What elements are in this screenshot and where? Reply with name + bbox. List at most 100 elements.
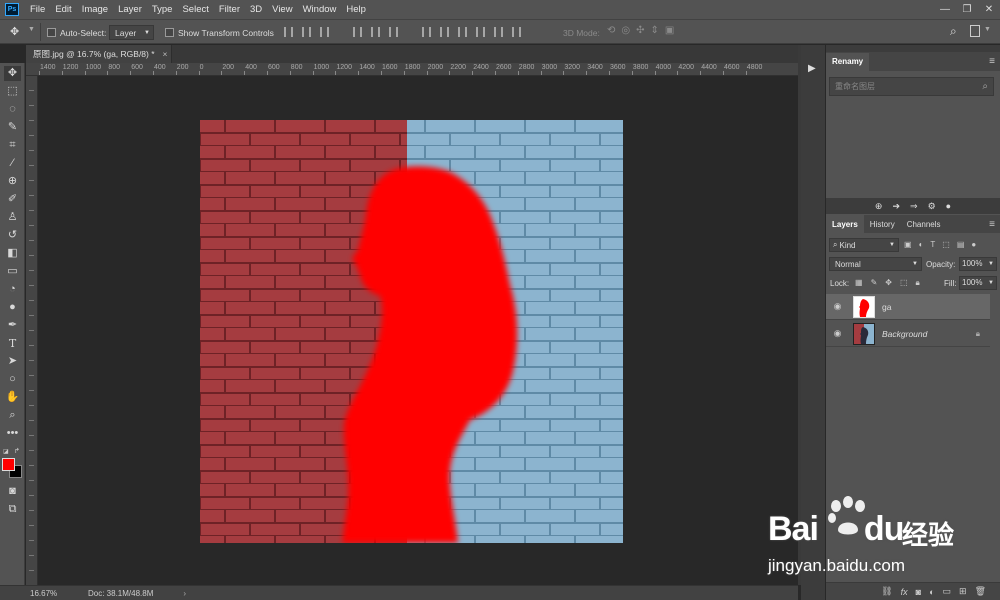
menu-edit[interactable]: Edit <box>50 4 76 15</box>
restore-icon[interactable]: ❐ <box>956 4 978 15</box>
screen-mode-icon[interactable]: ⧉ <box>4 502 21 517</box>
align-bottom-icon[interactable] <box>320 27 329 37</box>
lock-pixels-icon[interactable]: ✎ <box>871 278 878 288</box>
hand-tool-icon[interactable]: ✋ <box>4 390 21 405</box>
shape-tool-icon[interactable]: ○ <box>4 372 21 387</box>
default-colors-icon[interactable]: ◪ <box>3 448 9 455</box>
layers-panel-menu-icon[interactable]: ≡ <box>989 219 995 230</box>
lock-transparent-icon[interactable]: ▦ <box>855 278 863 288</box>
align-vcenter-icon[interactable] <box>302 27 311 37</box>
tab-renamy[interactable]: Renamy <box>826 52 870 71</box>
forward-icon[interactable]: ➔ <box>892 201 900 212</box>
zoom-level[interactable]: 16.67% <box>30 589 70 598</box>
align-hcenter-icon[interactable] <box>371 27 380 37</box>
search-icon[interactable]: ⌕ <box>982 81 988 92</box>
filter-smart-icon[interactable]: ▤ <box>957 240 965 249</box>
dodge-tool-icon[interactable]: ● <box>4 300 21 315</box>
folder-icon[interactable]: ▭ <box>943 586 952 597</box>
menu-view[interactable]: View <box>267 4 297 15</box>
status-menu-arrow[interactable]: › <box>183 589 186 598</box>
eyedropper-tool-icon[interactable]: ⁄ <box>4 156 21 171</box>
menu-filter[interactable]: Filter <box>214 4 245 15</box>
document-tab[interactable]: 原图.jpg @ 16.7% (ga, RGB/8) * × <box>26 45 172 63</box>
fx-icon[interactable]: fx <box>901 587 908 597</box>
gradient-tool-icon[interactable]: ▭ <box>4 264 21 279</box>
filter-type-icon[interactable]: T <box>930 240 935 249</box>
rename-icon[interactable]: ⊕ <box>875 201 883 212</box>
menu-type[interactable]: Type <box>147 4 178 15</box>
search-icon[interactable]: ⌕ <box>950 24 957 39</box>
crop-tool-icon[interactable]: ⌗ <box>4 138 21 153</box>
fill-field[interactable]: 100% ▼ <box>959 276 997 290</box>
lasso-tool-icon[interactable]: ◌ <box>4 102 21 117</box>
distribute-right-icon[interactable] <box>512 27 521 37</box>
brush-tool-icon[interactable]: ✐ <box>4 192 21 207</box>
quick-select-tool-icon[interactable]: ✎ <box>4 120 21 135</box>
close-tab-icon[interactable]: × <box>163 49 168 59</box>
lock-position-icon[interactable]: ✥ <box>885 278 892 288</box>
move-tool-icon[interactable]: ✥ <box>4 66 21 81</box>
new-layer-icon[interactable]: ⊞ <box>959 586 967 597</box>
healing-brush-tool-icon[interactable]: ⊕ <box>4 174 21 189</box>
renamy-search-box[interactable]: 重命名图层 ⌕ <box>829 77 994 96</box>
align-left-icon[interactable] <box>353 27 362 37</box>
opacity-field[interactable]: 100% ▼ <box>959 257 997 271</box>
lock-all-icon[interactable]: 🔒︎ <box>916 278 920 288</box>
tab-history[interactable]: History <box>864 215 901 233</box>
distribute-top-icon[interactable] <box>422 27 431 37</box>
tab-layers[interactable]: Layers <box>826 215 864 233</box>
auto-select-dropdown[interactable]: Layer ▼ <box>109 25 154 40</box>
mask-icon[interactable]: ◙ <box>916 587 921 597</box>
panel-menu-icon[interactable]: ≡ <box>989 56 995 67</box>
close-icon[interactable]: ✕ <box>978 4 1000 15</box>
drag-3d-icon[interactable]: ✣ <box>636 25 644 36</box>
layer-kind-filter[interactable]: ⌕ Kind ▼ <box>829 238 899 252</box>
adjustment-icon[interactable]: ◐ <box>929 587 934 597</box>
filter-pixel-icon[interactable]: ▣ <box>904 240 912 249</box>
type-tool-icon[interactable]: T <box>4 336 21 351</box>
path-select-tool-icon[interactable]: ➤ <box>4 354 21 369</box>
move-tool-icon[interactable]: ✥ <box>10 25 19 38</box>
layer-name-background[interactable]: Background <box>882 329 927 339</box>
tool-preset-chevron-icon[interactable]: ▼ <box>28 26 35 33</box>
slide-3d-icon[interactable]: ⇕ <box>651 25 659 36</box>
filter-shape-icon[interactable]: ⬚ <box>942 240 950 249</box>
link-icon[interactable]: ⛓ <box>881 586 892 597</box>
align-top-icon[interactable] <box>284 27 293 37</box>
swap-colors-icon[interactable]: ↱ <box>14 447 20 455</box>
menu-layer[interactable]: Layer <box>113 4 147 15</box>
expand-panels-icon[interactable]: ▶ <box>808 63 816 74</box>
eraser-tool-icon[interactable]: ◧ <box>4 246 21 261</box>
settings-icon[interactable]: ⚙ <box>928 201 936 212</box>
blend-mode-dropdown[interactable]: Normal ▼ <box>829 257 922 271</box>
menu-file[interactable]: File <box>25 4 50 15</box>
pen-tool-icon[interactable]: ✒ <box>4 318 21 333</box>
history-brush-tool-icon[interactable]: ↺ <box>4 228 21 243</box>
menu-image[interactable]: Image <box>77 4 113 15</box>
distribute-hcenter-icon[interactable] <box>494 27 503 37</box>
layer-row-background[interactable]: ◉ Background 🔒︎ <box>826 321 990 347</box>
show-transform-checkbox[interactable] <box>165 27 174 38</box>
zoom-tool-icon[interactable]: ⌕ <box>4 408 21 423</box>
menu-3d[interactable]: 3D <box>245 4 267 15</box>
roll-3d-icon[interactable]: ◎ <box>621 25 630 36</box>
menu-select[interactable]: Select <box>177 4 213 15</box>
distribute-left-icon[interactable] <box>476 27 485 37</box>
layer-name-ga[interactable]: ga <box>882 302 891 312</box>
align-right-icon[interactable] <box>389 27 398 37</box>
visibility-eye-icon[interactable]: ◉ <box>829 328 846 339</box>
orbit-3d-icon[interactable]: ⟲ <box>607 25 615 36</box>
lock-artboard-icon[interactable]: ⬚ <box>900 278 908 288</box>
apply-icon[interactable]: ⇒ <box>910 201 918 212</box>
layer-row-ga[interactable]: ◉ ga <box>826 294 990 320</box>
distribute-vcenter-icon[interactable] <box>440 27 449 37</box>
clone-stamp-tool-icon[interactable]: ♙ <box>4 210 21 225</box>
menu-window[interactable]: Window <box>298 4 342 15</box>
filter-adjustment-icon[interactable]: ◐ <box>919 240 924 249</box>
camera-3d-icon[interactable]: ▣ <box>665 25 674 36</box>
info-icon[interactable]: ● <box>946 201 951 211</box>
auto-select-checkbox[interactable] <box>47 27 56 38</box>
foreground-color-swatch[interactable] <box>2 458 15 471</box>
blur-tool-icon[interactable]: ◔ <box>4 282 21 297</box>
menu-help[interactable]: Help <box>341 4 371 15</box>
